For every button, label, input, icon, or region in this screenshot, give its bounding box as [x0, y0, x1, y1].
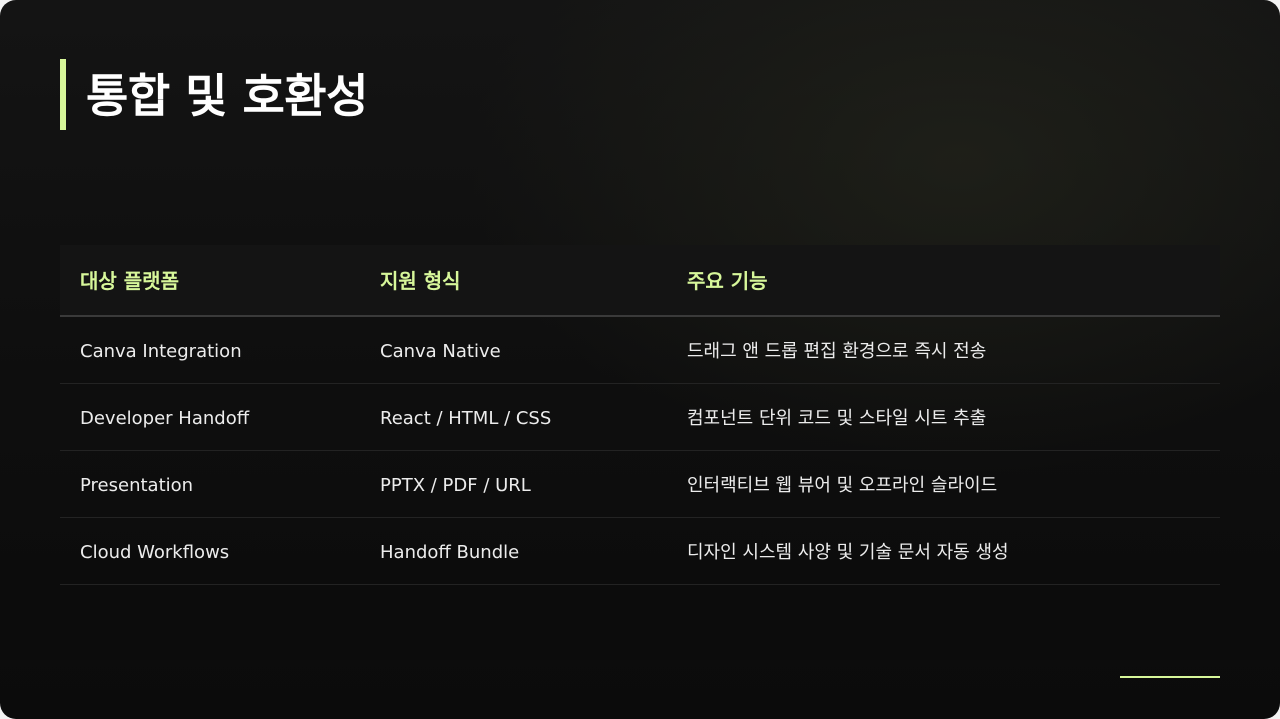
cell-format: Canva Native — [380, 341, 501, 362]
cell-platform: Cloud Workflows — [80, 542, 230, 563]
cell-platform: Presentation — [80, 475, 194, 496]
header-platform: 대상 플랫폼 — [80, 269, 179, 293]
cell-format: PPTX / PDF / URL — [380, 475, 531, 496]
cell-features: 디자인 시스템 사양 및 기술 문서 자동 생성 — [687, 542, 1009, 563]
compatibility-table: 대상 플랫폼 지원 형식 주요 기능 Canva Integration Can… — [60, 245, 1220, 585]
cell-features: 컴포넌트 단위 코드 및 스타일 시트 추출 — [687, 408, 987, 429]
slide: 통합 및 호환성 대상 플랫폼 지원 형식 주요 기능 Canva Integr… — [0, 0, 1280, 719]
table-row: Cloud Workflows Handoff Bundle 디자인 시스템 사… — [60, 518, 1220, 585]
cell-features: 인터랙티브 웹 뷰어 및 오프라인 슬라이드 — [687, 475, 998, 496]
cell-features: 드래그 앤 드롭 편집 환경으로 즉시 전송 — [687, 341, 987, 362]
table-row: Presentation PPTX / PDF / URL 인터랙티브 웹 뷰어… — [60, 451, 1220, 518]
table-row: Developer Handoff React / HTML / CSS 컴포넌… — [60, 384, 1220, 451]
table-header: 대상 플랫폼 지원 형식 주요 기능 — [60, 245, 1220, 317]
header-features: 주요 기능 — [687, 269, 768, 293]
cell-format: React / HTML / CSS — [380, 408, 552, 429]
slide-title: 통합 및 호환성 — [86, 69, 368, 123]
footer-accent-line — [1120, 676, 1220, 678]
table-row: Canva Integration Canva Native 드래그 앤 드롭 … — [60, 317, 1220, 384]
title-accent-bar — [60, 59, 66, 130]
cell-format: Handoff Bundle — [380, 542, 520, 563]
header-format: 지원 형식 — [380, 269, 461, 293]
cell-platform: Developer Handoff — [80, 408, 250, 429]
cell-platform: Canva Integration — [80, 341, 242, 362]
